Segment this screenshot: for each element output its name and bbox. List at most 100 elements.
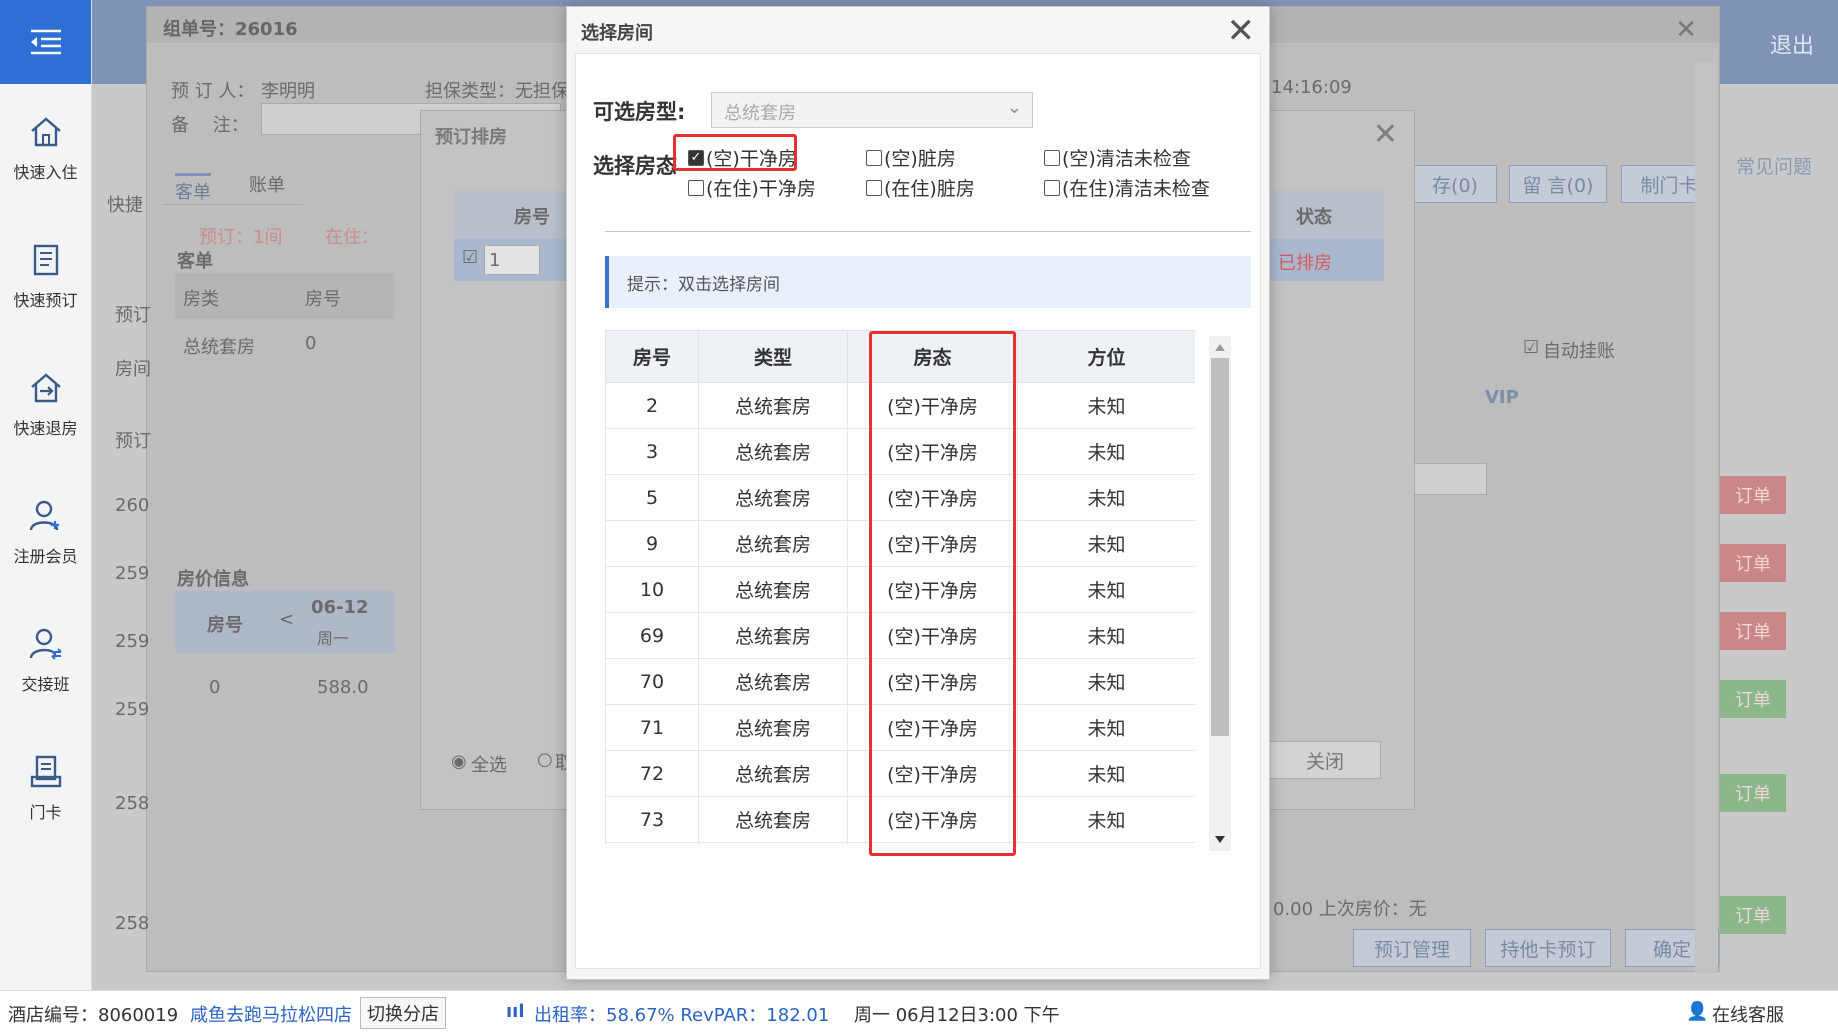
side-label: 259 [115, 699, 150, 720]
side-label: 预订 [115, 431, 151, 452]
guest-list-title: 客单 [177, 251, 213, 272]
checkbox-unchecked-icon[interactable] [688, 179, 704, 196]
user-swap-icon [29, 628, 62, 660]
prev-date-icon[interactable]: < [279, 609, 294, 630]
scroll-down-icon[interactable] [1215, 836, 1225, 843]
cell-location: 未知 [1017, 382, 1195, 429]
hotel-name[interactable]: 咸鱼去跑马拉松四店 [190, 1001, 352, 1027]
vip-icon[interactable]: VIP [1485, 387, 1519, 408]
dialog-title: 预订排房 [435, 127, 507, 148]
divider [605, 231, 1251, 232]
status-checkbox-empty-uninspected[interactable]: (空)清洁未检查 [1044, 144, 1191, 171]
tab-bill[interactable]: 账单 [249, 171, 285, 197]
order-tag[interactable]: 订单 [1720, 680, 1786, 718]
booking-management-button[interactable]: 预订管理 [1353, 929, 1471, 967]
dialog-body: 可选房型: 总统套房 ⌄ 选择房态 ✓ (空)干净房 (空)脏房 (空)清洁未检… [575, 53, 1261, 969]
cell-location: 未知 [1017, 750, 1195, 797]
price-room-no: 0 [209, 677, 221, 698]
cell-location: 未知 [1017, 796, 1195, 843]
side-label: 房间 [115, 359, 151, 380]
price-date: 06-12 [311, 597, 369, 618]
price-value: 588.0 [317, 677, 369, 698]
price-table-header: 房号 < 06-12 周一 [175, 591, 395, 653]
cell-type: 总统套房 [698, 704, 848, 751]
qty-input[interactable]: 1 [484, 245, 540, 275]
auto-post-label: 自动挂账 [1543, 341, 1615, 362]
sidebar-item-label: 交接班 [21, 675, 70, 694]
menu-toggle-button[interactable] [0, 0, 91, 84]
cell-type: 总统套房 [698, 750, 848, 797]
window-scrollbar[interactable] [1695, 63, 1717, 973]
message-button[interactable]: 留 言(0) [1509, 165, 1607, 203]
room-type-select[interactable]: 总统套房 ⌄ [711, 92, 1033, 128]
deposit-button[interactable]: 存(0) [1413, 165, 1497, 203]
close-icon[interactable]: ✕ [1227, 11, 1256, 51]
online-service-link[interactable]: 在线客服 [1712, 1001, 1784, 1027]
sidebar-item-label: 快速预订 [13, 291, 78, 310]
room-table-scrollbar[interactable] [1209, 336, 1231, 851]
booking-count: 预订：1间 [199, 227, 283, 248]
sidebar-item-quick-booking[interactable]: 快速预订 [0, 212, 91, 340]
checkbox-label: (在住)脏房 [884, 178, 975, 200]
menu-icon [30, 29, 61, 55]
checkbox-label: (在住)清洁未检查 [1062, 178, 1210, 200]
sidebar-item-door-card[interactable]: 门卡 [0, 724, 91, 852]
booking-time: 14:16:09 [1271, 77, 1352, 98]
checkbox-unchecked-icon[interactable] [1044, 149, 1060, 166]
checkbox-label: (空)清洁未检查 [1062, 148, 1191, 170]
side-label: 258 [115, 913, 150, 934]
order-tag[interactable]: 订单 [1720, 896, 1786, 934]
col-room-no: 房号 [605, 330, 699, 383]
price-room-col: 房号 [207, 615, 243, 636]
checkbox-unchecked-icon[interactable] [866, 179, 882, 196]
chevron-down-icon: ⌄ [1006, 97, 1022, 118]
col-type: 类型 [698, 330, 848, 383]
hint-box: 提示：双击选择房间 [605, 256, 1251, 308]
cell-location: 未知 [1017, 842, 1195, 845]
status-checkbox-occupied-clean[interactable]: (在住)干净房 [688, 174, 816, 201]
sidebar-item-shift-handover[interactable]: 交接班 [0, 596, 91, 724]
highlight-annotation [673, 134, 797, 171]
sidebar-item-quick-checkout[interactable]: 快速退房 [0, 340, 91, 468]
select-room-dialog: 选择房间 ✕ 可选房型: 总统套房 ⌄ 选择房态 ✓ (空)干净房 (空)脏房 … [566, 6, 1270, 980]
status-checkbox-occupied-dirty[interactable]: (在住)脏房 [866, 174, 975, 201]
cell-room-no: 73 [605, 796, 699, 843]
order-tag[interactable]: 订单 [1720, 544, 1786, 582]
group-number: 组单号：26016 [163, 19, 298, 40]
home-icon [30, 117, 61, 147]
sidebar-item-label: 快速入住 [13, 163, 78, 182]
close-icon[interactable]: ✕ [1373, 117, 1398, 152]
checkbox-unchecked-icon[interactable] [866, 149, 882, 166]
scroll-up-icon[interactable] [1215, 344, 1225, 351]
price-weekday: 周一 [317, 629, 350, 648]
order-tag[interactable]: 订单 [1720, 476, 1786, 514]
logout-link[interactable]: 退出 [1770, 28, 1814, 60]
other-card-booking-button[interactable]: 持他卡预订 [1485, 929, 1611, 967]
sidebar-item-quick-checkin[interactable]: 快速入住 [0, 84, 91, 212]
help-link[interactable]: 常见问题 [1736, 152, 1812, 179]
sidebar-item-register-member[interactable]: 注册会员 [0, 468, 91, 596]
order-tag[interactable]: 订单 [1720, 774, 1786, 812]
cell-location: 未知 [1017, 520, 1195, 567]
status-checkbox-empty-dirty[interactable]: (空)脏房 [866, 144, 956, 171]
side-label: 259 [115, 631, 150, 652]
select-all-radio[interactable]: ◉ [451, 751, 467, 772]
status-checkbox-occupied-uninspected[interactable]: (在住)清洁未检查 [1044, 174, 1210, 201]
cell-room-no: 5 [605, 474, 699, 521]
headset-icon: 👤 [1686, 1001, 1709, 1022]
close-button[interactable]: 关闭 [1269, 741, 1381, 779]
close-icon[interactable]: ✕ [1675, 15, 1697, 45]
auto-post-checkbox[interactable]: ☑ [1523, 337, 1539, 358]
order-tag[interactable]: 订单 [1720, 612, 1786, 650]
scroll-thumb[interactable] [1211, 358, 1229, 736]
cancel-radio[interactable]: ○ [537, 749, 553, 770]
switch-branch-button[interactable]: 切换分店 [360, 997, 446, 1029]
row-checkbox[interactable]: ☑ [462, 247, 478, 268]
price-info-title: 房价信息 [177, 569, 249, 590]
tab-guest-list[interactable]: 客单 [175, 173, 211, 204]
cell-room-no: 2 [605, 382, 699, 429]
checkbox-unchecked-icon[interactable] [1044, 179, 1060, 196]
status-bar: 酒店编号：8060019 咸鱼去跑马拉松四店 切换分店 ııl 出租率：58.6… [0, 990, 1838, 1034]
cell-location: 未知 [1017, 658, 1195, 705]
cell-room-no: 70 [605, 658, 699, 705]
